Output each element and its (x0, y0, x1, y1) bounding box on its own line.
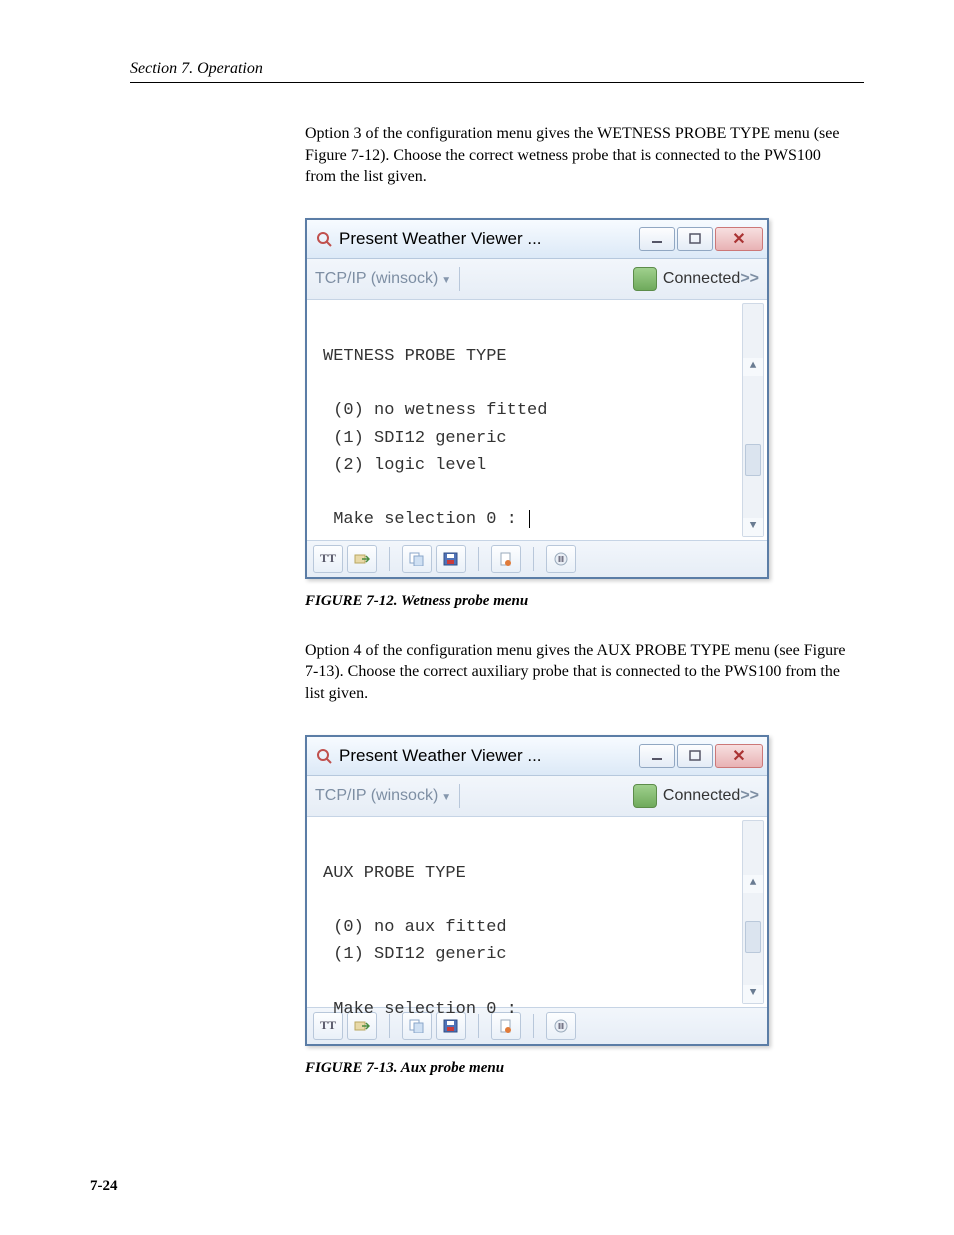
window-title: Present Weather Viewer ... (339, 746, 639, 766)
pause-icon[interactable] (546, 1012, 576, 1040)
scroll-thumb[interactable] (745, 921, 761, 953)
toolbar-separator (533, 547, 534, 571)
toolbar-top: TCP/IP (winsock)▼ Connected >> (307, 776, 767, 817)
minimize-button[interactable] (639, 227, 675, 251)
term-option: (0) no aux fitted (333, 918, 506, 937)
app-icon (315, 747, 333, 765)
minimize-button[interactable] (639, 744, 675, 768)
term-heading: AUX PROBE TYPE (323, 864, 466, 883)
app-icon (315, 230, 333, 248)
paragraph-2: Option 4 of the configuration menu gives… (305, 640, 854, 705)
toolbar-separator (478, 547, 479, 571)
toolbar-separator (533, 1014, 534, 1038)
close-button[interactable]: ✕ (715, 227, 763, 251)
scroll-thumb[interactable] (745, 444, 761, 476)
window-title: Present Weather Viewer ... (339, 229, 639, 249)
term-heading: WETNESS PROBE TYPE (323, 347, 507, 366)
terminal-output[interactable]: WETNESS PROBE TYPE (0) no wetness fitted… (307, 300, 767, 540)
term-option: (1) SDI12 generic (333, 429, 506, 448)
toolbar-overflow[interactable]: >> (740, 270, 759, 288)
connection-status: Connected (663, 270, 740, 288)
figure-caption-1: FIGURE 7-12. Wetness probe menu (305, 593, 864, 610)
connection-status: Connected (663, 787, 740, 805)
maximize-button[interactable] (677, 744, 713, 768)
pause-icon[interactable] (546, 545, 576, 573)
scroll-up-icon[interactable]: ▲ (743, 358, 763, 376)
close-button[interactable]: ✕ (715, 744, 763, 768)
connected-icon (633, 784, 657, 808)
screenshot-aux-probe: Present Weather Viewer ... ✕ TCP/IP (win… (305, 735, 769, 1046)
toolbar-separator (389, 547, 390, 571)
toolbar-overflow[interactable]: >> (740, 787, 759, 805)
screenshot-wetness-probe: Present Weather Viewer ... ✕ TCP/IP (win… (305, 218, 769, 579)
section-header: Section 7. Operation (130, 60, 864, 83)
connection-mode-dropdown[interactable]: TCP/IP (winsock)▼ (315, 270, 451, 288)
scroll-down-icon[interactable]: ▼ (743, 518, 763, 536)
page-number: 7-24 (90, 1178, 118, 1195)
scroll-up-icon[interactable]: ▲ (743, 875, 763, 893)
term-option: (1) SDI12 generic (333, 945, 506, 964)
figure-caption-2: FIGURE 7-13. Aux probe menu (305, 1060, 864, 1077)
toolbar-separator (459, 784, 460, 808)
toolbar-top: TCP/IP (winsock)▼ Connected >> (307, 259, 767, 300)
scroll-down-icon[interactable]: ▼ (743, 985, 763, 1003)
terminal-output[interactable]: AUX PROBE TYPE (0) no aux fitted (1) SDI… (307, 817, 767, 1007)
maximize-button[interactable] (677, 227, 713, 251)
term-prompt: Make selection 0 : (333, 1000, 517, 1019)
scrollbar[interactable]: ▲ ▼ (742, 303, 764, 537)
paragraph-1: Option 3 of the configuration menu gives… (305, 123, 854, 188)
text-cursor (529, 510, 530, 528)
term-option: (2) logic level (333, 456, 486, 475)
connection-mode-dropdown[interactable]: TCP/IP (winsock)▼ (315, 787, 451, 805)
window-titlebar[interactable]: Present Weather Viewer ... ✕ (307, 220, 767, 259)
scrollbar[interactable]: ▲ ▼ (742, 820, 764, 1004)
page-icon[interactable] (491, 545, 521, 573)
toolbar-separator (459, 267, 460, 291)
window-titlebar[interactable]: Present Weather Viewer ... ✕ (307, 737, 767, 776)
term-prompt: Make selection 0 : (333, 510, 527, 529)
connected-icon (633, 267, 657, 291)
save-icon[interactable] (436, 545, 466, 573)
term-option: (0) no wetness fitted (333, 401, 547, 420)
copy-icon[interactable] (402, 545, 432, 573)
